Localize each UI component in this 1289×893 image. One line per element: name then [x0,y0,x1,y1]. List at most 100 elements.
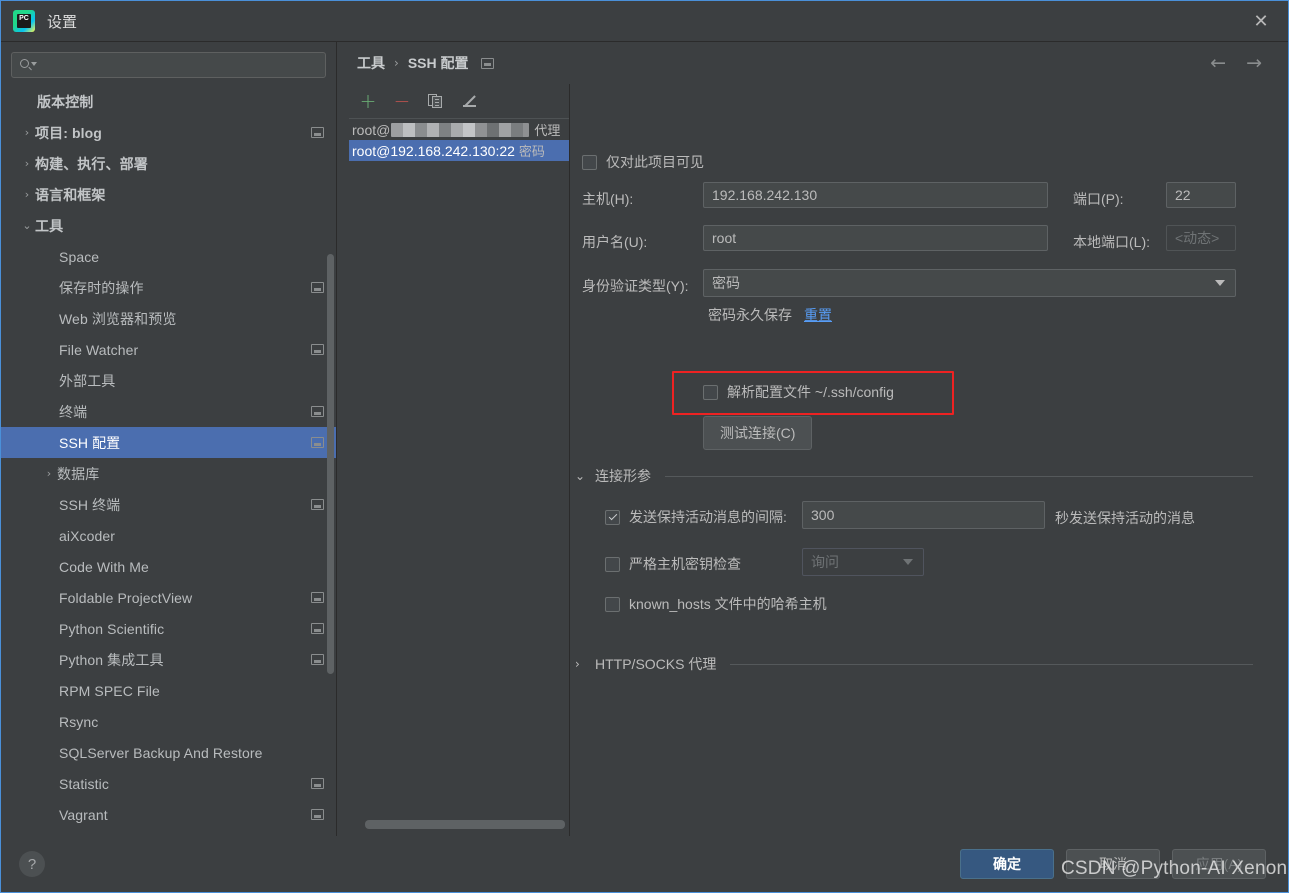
sidebar-item-label: 保存时的操作 [59,279,144,296]
sidebar-item-label: Vagrant [59,806,108,823]
proxy-section-header[interactable]: › HTTP/SOCKS 代理 [575,654,1253,674]
apply-button[interactable]: 应用(A) [1172,849,1266,879]
keepalive-checkbox[interactable] [605,509,620,525]
search-box[interactable] [11,52,326,78]
ssh-config-list: root@ 代理 root@192.168.242.130:22 密码 [349,119,569,161]
add-icon[interactable]: + [359,91,377,111]
sidebar-item-12[interactable]: › 数据库 [1,458,336,489]
sidebar-item-6[interactable]: 保存时的操作 [1,272,336,303]
nav-forward-icon[interactable]: → [1246,53,1262,73]
local-port-label: 本地端口(L): [1073,234,1150,250]
close-icon[interactable]: ✕ [1248,8,1274,34]
chevron-right-icon[interactable]: › [19,126,35,139]
copy-icon[interactable] [427,92,445,110]
password-saved-text: 密码永久保存 [708,307,792,323]
hash-known-hosts-checkbox[interactable] [605,596,620,612]
host-input[interactable] [703,182,1048,208]
sidebar-item-4[interactable]: ⌄ 工具 [1,210,336,241]
breadcrumb-parent[interactable]: 工具 [357,53,385,73]
sidebar-item-23[interactable]: Vagrant [1,799,336,830]
sidebar-item-label: File Watcher [59,341,139,358]
help-icon[interactable]: ? [19,851,45,877]
parse-config-checkbox[interactable] [703,384,718,400]
project-scope-badge-icon [480,57,494,69]
ok-button[interactable]: 确定 [960,849,1054,879]
sidebar-item-label: Space [59,248,100,265]
username-input[interactable] [703,225,1048,251]
keepalive-label: 发送保持活动消息的间隔: [629,509,787,525]
title-bar: PC 设置 ✕ [1,1,1288,42]
auth-type-value: 密码 [712,275,740,291]
visible-only-checkbox[interactable] [582,154,597,170]
chevron-down-icon[interactable]: ⌄ [19,219,35,232]
sidebar-item-7[interactable]: Web 浏览器和预览 [1,303,336,334]
sidebar-item-8[interactable]: File Watcher [1,334,336,365]
ssh-panes: + − root@ 代理root@192.168.242.130:22 密码 [337,84,1288,836]
strict-host-key-value: 询问 [811,554,839,570]
list-hscrollbar-thumb[interactable] [365,819,565,829]
cancel-button[interactable]: 取消 [1066,849,1160,879]
dialog-footer: ? 确定 取消 应用(A) [1,836,1288,892]
remove-icon[interactable]: − [393,91,411,111]
search-icon [20,58,37,72]
strict-host-key-checkbox[interactable] [605,556,620,572]
sidebar-item-0[interactable]: 版本控制 [1,86,336,117]
chevron-right-icon[interactable]: › [41,467,57,480]
sidebar-item-22[interactable]: Statistic [1,768,336,799]
chevron-right-icon[interactable]: › [19,188,35,201]
test-connection-button[interactable]: 测试连接(C) [703,416,813,450]
breadcrumb: 工具 › SSH 配置 ← → [337,42,1288,84]
search-input[interactable] [38,56,317,74]
sidebar-item-9[interactable]: 外部工具 [1,365,336,396]
section-divider [665,475,1253,477]
sidebar-item-17[interactable]: Python Scientific [1,613,336,644]
local-port-input[interactable] [1166,225,1236,251]
sidebar-item-label: 数据库 [57,465,100,482]
sidebar-item-label: Statistic [59,775,109,792]
settings-sidebar: 版本控制 › 项目: blog › 构建、执行、部署 › 语言和框架 ⌄ 工具 Space 保存时的… [1,42,337,836]
sidebar-item-label: Python 集成工具 [59,651,164,668]
keepalive-suffix: 秒发送保持活动的消息 [1055,510,1195,526]
sidebar-item-11[interactable]: SSH 配置 [1,427,336,458]
sidebar-item-18[interactable]: Python 集成工具 [1,644,336,675]
connection-params-section-header[interactable]: ⌄ 连接形参 [575,466,1253,486]
sidebar-item-label: 项目: blog [35,124,102,141]
sidebar-item-20[interactable]: Rsync [1,706,336,737]
reset-password-link[interactable]: 重置 [804,305,832,325]
visible-only-row: 仅对此项目可见 [582,152,704,172]
sidebar-item-15[interactable]: Code With Me [1,551,336,582]
sidebar-item-3[interactable]: › 语言和框架 [1,179,336,210]
dialog-body: 版本控制 › 项目: blog › 构建、执行、部署 › 语言和框架 ⌄ 工具 Space 保存时的… [1,42,1288,836]
proxy-section-title: HTTP/SOCKS 代理 [595,656,717,672]
sidebar-item-21[interactable]: SQLServer Backup And Restore [1,737,336,768]
port-input[interactable] [1166,182,1236,208]
list-hscrollbar[interactable] [349,812,569,836]
sidebar-item-10[interactable]: 终端 [1,396,336,427]
strict-host-key-select[interactable]: 询问 [802,548,924,576]
settings-content: 工具 › SSH 配置 ← → + − root@ 代理 root@192.16… [337,42,1288,836]
username-label: 用户名(U): [582,234,648,250]
ssh-config-item-name: root@192.168.242.130:22 [352,142,515,159]
sidebar-item-16[interactable]: Foldable ProjectView [1,582,336,613]
sidebar-item-2[interactable]: › 构建、执行、部署 [1,148,336,179]
pycharm-logo-text: PC [17,14,31,28]
ssh-list-toolbar: + − [349,84,569,118]
sidebar-scrollbar-thumb[interactable] [327,254,334,674]
sidebar-item-1[interactable]: › 项目: blog [1,117,336,148]
sidebar-item-label: 工具 [35,217,64,234]
project-scope-badge-icon [311,127,324,138]
edit-icon[interactable] [461,92,479,110]
project-scope-badge-icon [311,809,324,820]
nav-back-icon[interactable]: ← [1210,53,1226,73]
keepalive-interval-input[interactable] [802,501,1045,529]
ssh-config-item-1[interactable]: root@192.168.242.130:22 密码 [349,140,569,161]
ssh-config-item-0[interactable]: root@ 代理 [349,119,569,140]
auth-type-select[interactable]: 密码 [703,269,1236,297]
chevron-right-icon[interactable]: › [19,157,35,170]
sidebar-item-label: 终端 [59,403,88,420]
sidebar-item-5[interactable]: Space [1,241,336,272]
sidebar-item-14[interactable]: aiXcoder [1,520,336,551]
auth-type-label: 身份验证类型(Y): [582,278,689,294]
sidebar-item-13[interactable]: SSH 终端 [1,489,336,520]
sidebar-item-19[interactable]: RPM SPEC File [1,675,336,706]
